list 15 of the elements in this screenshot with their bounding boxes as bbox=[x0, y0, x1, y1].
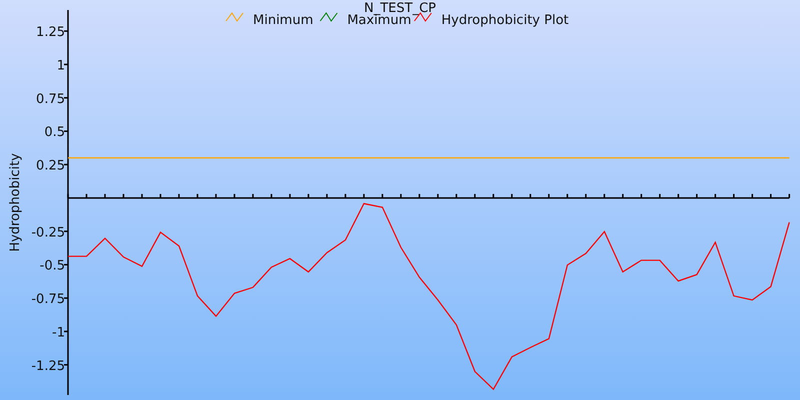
y-tick-label: -1.25 bbox=[31, 358, 65, 374]
y-tick-label: 1 bbox=[56, 58, 65, 74]
legend-label: Minimum bbox=[253, 13, 314, 28]
y-tick-label: 0.5 bbox=[44, 125, 65, 140]
y-tick-label: -0.5 bbox=[40, 258, 65, 274]
y-tick-label: -0.25 bbox=[31, 225, 65, 240]
y-axis-label: Hydrophobicity bbox=[8, 153, 23, 252]
y-tick-label: -1 bbox=[52, 325, 65, 340]
y-tick-label: -0.75 bbox=[31, 292, 65, 308]
legend-label: Hydrophobicity Plot bbox=[441, 13, 569, 28]
legend-label: Maximum bbox=[347, 13, 412, 28]
y-tick-label: 1.25 bbox=[36, 25, 65, 40]
y-tick-label: 0.25 bbox=[36, 158, 65, 174]
chart-title: N_TEST_CP bbox=[364, 1, 436, 16]
y-tick-label: 0.75 bbox=[36, 92, 65, 107]
